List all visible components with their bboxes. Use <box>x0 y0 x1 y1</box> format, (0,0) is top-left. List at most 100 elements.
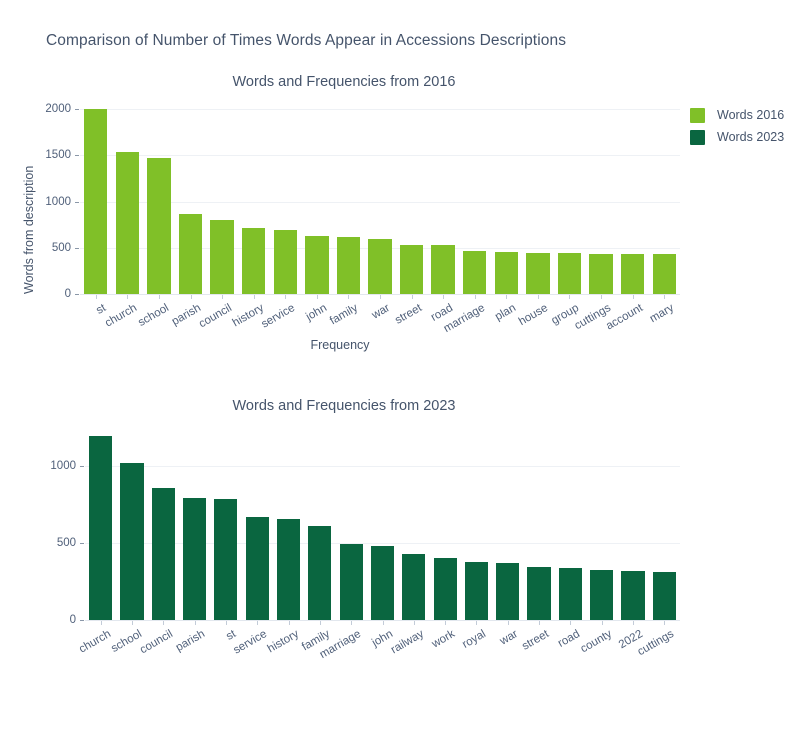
bar[interactable] <box>621 570 645 620</box>
bar[interactable] <box>120 462 144 620</box>
x-axis-tick-mark <box>664 295 666 299</box>
bar[interactable] <box>115 151 140 294</box>
bar-slot <box>522 109 554 294</box>
x-axis-tick-mark <box>285 295 287 299</box>
bar[interactable] <box>399 244 424 294</box>
x-axis-tick-mark <box>163 621 165 625</box>
bar-slot <box>396 109 428 294</box>
bar[interactable] <box>336 236 361 294</box>
legend-item-words-2023[interactable]: Words 2023 <box>690 127 800 147</box>
bar[interactable] <box>526 252 550 294</box>
bar[interactable] <box>245 517 269 620</box>
subplot-2023: Words and Frequencies from 2023 0 500 1000… <box>0 398 688 698</box>
legend-item-words-2016[interactable]: Words 2016 <box>690 105 800 125</box>
chart-figure: Comparison of Number of Times Words Appe… <box>0 0 800 700</box>
bar[interactable] <box>590 570 614 620</box>
x-axis-tick-mark <box>569 295 571 299</box>
x-axis-tick-mark <box>382 621 384 625</box>
bar-slot <box>112 109 144 294</box>
bar-slot <box>364 109 396 294</box>
plot-area-2016 <box>80 109 680 295</box>
bar[interactable] <box>339 543 363 620</box>
bar-slot <box>491 109 523 294</box>
bar[interactable] <box>273 229 297 294</box>
bar[interactable] <box>589 253 613 294</box>
legend-swatch-icon <box>690 107 705 123</box>
bar[interactable] <box>368 238 392 294</box>
bar[interactable] <box>276 518 301 620</box>
subplot-title: Words and Frequencies from 2016 <box>232 74 456 90</box>
bar-group <box>85 428 680 620</box>
bar[interactable] <box>151 487 175 620</box>
bar-slot <box>148 428 179 620</box>
bar[interactable] <box>402 553 426 620</box>
x-axis-tick-mark <box>348 295 350 299</box>
y-axis-tick-label: 2000 <box>45 103 71 115</box>
bar[interactable] <box>527 567 551 620</box>
x-axis-tick-mark <box>100 621 102 625</box>
bar-slot <box>585 109 617 294</box>
bar-slot <box>648 109 680 294</box>
bar-slot <box>523 428 554 620</box>
x-axis-tick-mark <box>601 295 603 299</box>
bar[interactable] <box>84 109 108 294</box>
y-axis-tick-label: 1000 <box>50 460 76 473</box>
bar[interactable] <box>464 562 488 620</box>
x-axis-tick-mark <box>131 621 133 625</box>
bar[interactable] <box>433 557 457 620</box>
bar-slot <box>301 109 333 294</box>
bar-slot <box>242 428 273 620</box>
bar[interactable] <box>183 497 207 620</box>
bar-slot <box>461 428 492 620</box>
x-axis-tick-mark <box>570 621 572 625</box>
bar-slot <box>492 428 523 620</box>
x-axis-tick-mark <box>127 295 129 299</box>
x-axis-tick-mark <box>445 621 447 625</box>
y-axis-title: Words from description <box>22 165 36 294</box>
x-axis-tick-mark <box>253 295 255 299</box>
bar[interactable] <box>214 498 238 620</box>
x-axis-tick-mark <box>474 295 476 299</box>
y-axis-tick-mark <box>75 294 79 295</box>
bar-slot <box>398 428 429 620</box>
x-axis-tick-mark <box>190 295 192 299</box>
bar-slot <box>459 109 491 294</box>
bar-slot <box>269 109 301 294</box>
bar[interactable] <box>242 227 266 294</box>
bar[interactable] <box>305 235 329 294</box>
bar[interactable] <box>147 158 171 294</box>
bar-slot <box>85 428 116 620</box>
bar[interactable] <box>652 572 676 620</box>
bar-slot <box>206 109 238 294</box>
bar[interactable] <box>308 526 332 620</box>
bar-slot <box>143 109 175 294</box>
x-axis-tick-mark <box>257 621 259 625</box>
bar[interactable] <box>557 253 582 294</box>
bar[interactable] <box>494 252 518 294</box>
x-axis-tick-mark <box>319 621 321 625</box>
bar[interactable] <box>463 251 487 294</box>
y-axis-tick-mark <box>80 543 84 545</box>
bar[interactable] <box>210 220 234 294</box>
bar[interactable] <box>620 254 645 294</box>
bar[interactable] <box>89 436 113 620</box>
x-axis-tick-mark <box>476 621 478 625</box>
y-axis-tick-mark <box>80 620 84 621</box>
bar[interactable] <box>558 567 582 620</box>
bar[interactable] <box>652 254 676 294</box>
bar[interactable] <box>370 546 395 620</box>
bar-slot <box>617 109 649 294</box>
bar-slot <box>175 109 207 294</box>
bar[interactable] <box>178 214 203 294</box>
bar[interactable] <box>431 245 455 294</box>
x-axis-tick-mark <box>411 295 413 299</box>
x-axis-tick-mark <box>539 621 541 625</box>
y-axis-tick-label: 500 <box>56 537 76 550</box>
x-axis-tick-mark <box>664 621 666 625</box>
x-axis-tick-mark <box>351 621 353 625</box>
bar[interactable] <box>496 562 520 620</box>
x-axis-tick-mark <box>225 621 227 625</box>
legend-label: Words 2023 <box>717 130 785 144</box>
x-axis-tick-mark <box>537 295 539 299</box>
bar-slot <box>649 428 680 620</box>
